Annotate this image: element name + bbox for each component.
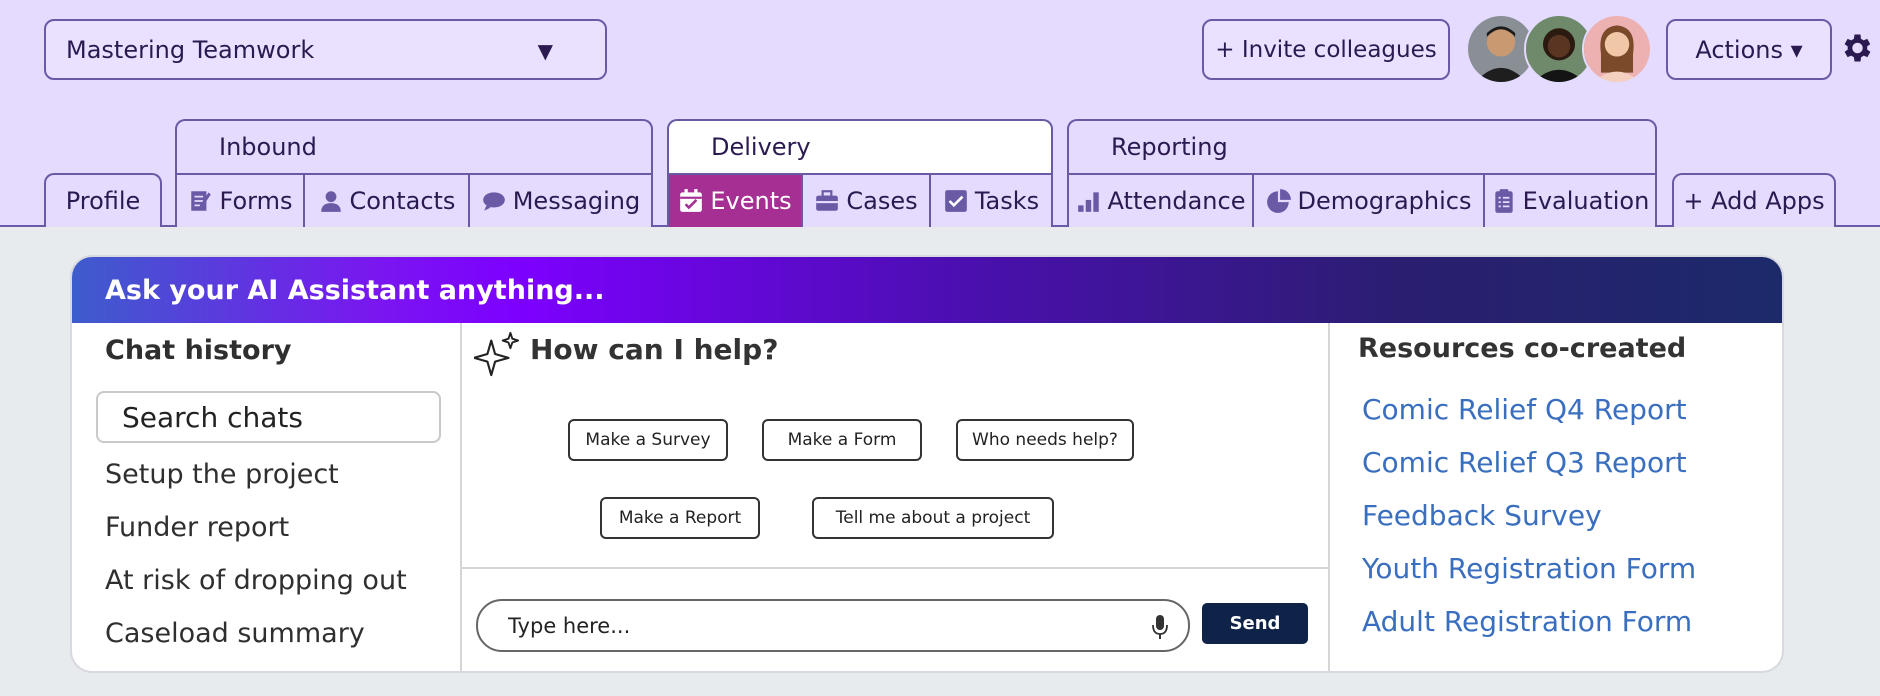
- microphone-icon[interactable]: [1152, 614, 1168, 640]
- tab-group-reporting: Reporting: [1067, 119, 1657, 175]
- resources-title: Resources co-created: [1358, 333, 1687, 364]
- invite-colleagues-button[interactable]: + Invite colleagues: [1202, 19, 1450, 80]
- checkbox-icon: [945, 190, 967, 212]
- resources-panel: Resources co-created Comic Relief Q4 Rep…: [1330, 323, 1782, 671]
- person-icon: [320, 191, 341, 212]
- tab-profile[interactable]: Profile: [44, 173, 162, 227]
- suggestion-make-survey[interactable]: Make a Survey: [568, 419, 728, 461]
- clipboard-icon: [1495, 189, 1513, 213]
- tab-evaluation[interactable]: Evaluation: [1483, 173, 1657, 227]
- gear-icon[interactable]: [1838, 30, 1874, 66]
- resource-link[interactable]: Comic Relief Q4 Report: [1362, 393, 1687, 426]
- tab-label: Attendance: [1107, 187, 1246, 215]
- tab-label: Forms: [219, 187, 293, 215]
- pie-chart-icon: [1266, 189, 1291, 213]
- message-input[interactable]: [476, 599, 1190, 652]
- help-panel: How can I help? Make a Survey Make a For…: [462, 323, 1330, 671]
- briefcase-icon: [816, 190, 839, 211]
- resource-link[interactable]: Comic Relief Q3 Report: [1362, 446, 1687, 479]
- project-name: Mastering Teamwork: [66, 35, 315, 64]
- tab-tasks[interactable]: Tasks: [929, 173, 1053, 227]
- resource-link[interactable]: Youth Registration Form: [1362, 552, 1696, 585]
- avatar[interactable]: [1582, 14, 1652, 84]
- suggestion-make-form[interactable]: Make a Form: [762, 419, 922, 461]
- tab-label: Tasks: [974, 187, 1040, 215]
- tab-group-inbound: Inbound: [175, 119, 653, 175]
- suggestion-make-report[interactable]: Make a Report: [600, 497, 760, 539]
- tab-events[interactable]: Events: [667, 173, 803, 227]
- ai-assistant-panel: Ask your AI Assistant anything... Chat h…: [70, 255, 1784, 673]
- send-button[interactable]: Send: [1202, 603, 1308, 644]
- chat-history-item[interactable]: At risk of dropping out: [105, 565, 407, 596]
- calendar-check-icon: [680, 189, 703, 212]
- tab-demographics[interactable]: Demographics: [1252, 173, 1485, 227]
- assistant-banner: Ask your AI Assistant anything...: [72, 257, 1782, 323]
- actions-button[interactable]: Actions ▾: [1666, 19, 1832, 80]
- tab-attendance[interactable]: Attendance: [1067, 173, 1254, 227]
- form-edit-icon: [190, 191, 211, 211]
- tab-forms[interactable]: Forms: [175, 173, 305, 227]
- add-apps-button[interactable]: + Add Apps: [1672, 173, 1836, 227]
- collaborator-avatars: [1466, 14, 1656, 86]
- tab-contacts[interactable]: Contacts: [303, 173, 470, 227]
- bar-chart-icon: [1077, 192, 1099, 212]
- chat-history-title: Chat history: [105, 335, 292, 366]
- search-chats-input[interactable]: [96, 391, 441, 443]
- tab-messaging[interactable]: Messaging: [468, 173, 653, 227]
- tab-label: Demographics: [1297, 187, 1472, 215]
- tab-group-delivery: Delivery: [667, 119, 1053, 175]
- tab-label: Messaging: [512, 187, 641, 215]
- tab-label: Evaluation: [1522, 187, 1650, 215]
- divider: [462, 567, 1328, 569]
- project-selector[interactable]: Mastering Teamwork ▼: [44, 19, 607, 80]
- resource-link[interactable]: Adult Registration Form: [1362, 605, 1692, 638]
- chat-bubble-icon: [482, 192, 505, 211]
- dropdown-arrow-icon: ▼: [537, 39, 553, 63]
- tab-cases[interactable]: Cases: [801, 173, 931, 227]
- tab-label: Contacts: [349, 187, 456, 215]
- chat-history-panel: Chat history Setup the project Funder re…: [72, 323, 462, 671]
- tab-label: Cases: [846, 187, 918, 215]
- chat-history-item[interactable]: Caseload summary: [105, 618, 365, 649]
- sparkle-icon: [474, 331, 520, 377]
- help-title: How can I help?: [530, 333, 779, 366]
- tab-label: Events: [710, 187, 792, 215]
- chat-history-item[interactable]: Funder report: [105, 512, 289, 543]
- suggestion-tell-me-about-project[interactable]: Tell me about a project: [812, 497, 1054, 539]
- suggestion-who-needs-help[interactable]: Who needs help?: [956, 419, 1134, 461]
- chat-history-item[interactable]: Setup the project: [105, 459, 339, 490]
- resource-link[interactable]: Feedback Survey: [1362, 499, 1602, 532]
